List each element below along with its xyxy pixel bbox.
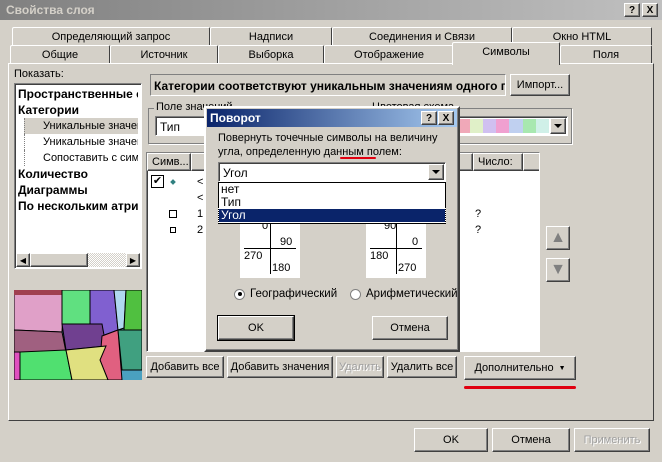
checkbox-checked-icon[interactable]: ✔	[151, 175, 164, 188]
rotation-field-options: нет Тип Угол	[218, 182, 446, 224]
radio-geographic[interactable]: Географический	[234, 288, 337, 300]
chevron-down-icon: ▼	[558, 364, 566, 372]
add-values-button[interactable]: Добавить значения	[227, 356, 333, 378]
scroll-left-button[interactable]: ◀	[16, 253, 30, 267]
row-value: 1	[197, 208, 204, 220]
chevron-down-icon	[432, 170, 440, 174]
tab-display[interactable]: Отображение	[324, 45, 454, 63]
tab-selection[interactable]: Выборка	[218, 45, 324, 63]
rotation-cancel-button[interactable]: Отмена	[372, 316, 448, 340]
arithmetic-diagram: 90 0 180 270	[366, 216, 426, 278]
window-title: Свойства слоя	[6, 3, 95, 17]
dropdown-option[interactable]: Тип	[219, 196, 445, 209]
column-header-count[interactable]: Число:	[473, 153, 523, 171]
tab-definition-query[interactable]: Определяющий запрос	[12, 27, 210, 45]
tree-scrollbar[interactable]: ◀ ▶	[16, 253, 140, 267]
tree-item[interactable]: Сопоставить с симв	[24, 150, 138, 166]
rotation-field-value: Угол	[223, 166, 248, 180]
remove-all-button[interactable]: Удалить все	[387, 356, 457, 378]
remove-button[interactable]: Удалить	[336, 356, 384, 378]
prompt-colon: :	[398, 146, 402, 158]
rotation-field-dropdown-button[interactable]	[428, 164, 444, 180]
rotation-prompt: Повернуть точечные символы на величину у…	[218, 131, 437, 159]
row-count: ?	[475, 208, 482, 220]
tree-item[interactable]: Диаграммы	[18, 182, 138, 198]
column-header-extra[interactable]	[523, 153, 539, 171]
show-label: Показать:	[14, 68, 64, 80]
tab-labels[interactable]: Надписи	[210, 27, 332, 45]
ok-button[interactable]: OK	[414, 428, 488, 452]
square-symbol-icon	[169, 210, 177, 218]
geographic-diagram: 0 90 270 180	[240, 216, 300, 278]
import-button[interactable]: Импорт...	[510, 74, 570, 96]
arith-left-label: 180	[370, 250, 389, 262]
tree-item[interactable]: Пространственные с	[18, 86, 138, 102]
help-button[interactable]: ?	[624, 3, 640, 17]
rotation-close-button[interactable]: X	[438, 111, 454, 125]
red-underline-annotation	[464, 386, 576, 389]
row-value: 2	[197, 224, 204, 236]
row-value: <	[197, 192, 204, 204]
radio-arithmetic-label: Арифметический	[366, 288, 458, 300]
map-preview	[14, 290, 142, 380]
cancel-button[interactable]: Отмена	[492, 428, 570, 452]
radio-arithmetic[interactable]: Арифметический	[350, 288, 458, 300]
scroll-right-button[interactable]: ▶	[126, 253, 140, 267]
row-value: <	[197, 176, 204, 188]
move-down-button[interactable]: ▼	[546, 258, 570, 282]
color-swatch	[522, 119, 536, 133]
geo-left-label: 270	[244, 250, 263, 262]
color-swatch	[469, 119, 483, 133]
rotation-help-button[interactable]: ?	[421, 111, 437, 125]
rotation-ok-button[interactable]: OK	[217, 315, 295, 341]
prompt-line-2: угла, определенную данным полем:	[218, 145, 437, 159]
arith-right-label: 0	[412, 236, 419, 248]
rotation-dialog-title: Поворот	[210, 111, 261, 125]
tree-item[interactable]: По нескольким атри	[18, 198, 138, 214]
tab-source[interactable]: Источник	[110, 45, 218, 63]
color-swatch	[509, 119, 523, 133]
tree-item[interactable]: Уникальные значени	[24, 118, 138, 134]
radio-geographic-label: Географический	[250, 288, 338, 300]
rotation-dialog-titlebar: Поворот ? X	[207, 109, 457, 127]
row-count: ?	[475, 224, 482, 236]
tab-fields[interactable]: Поля	[560, 45, 652, 63]
radio-unchecked-icon	[350, 288, 361, 300]
geo-right-label: 90	[280, 236, 293, 248]
dropdown-option[interactable]: нет	[219, 183, 445, 196]
point-symbol-icon	[170, 179, 176, 185]
close-button[interactable]: X	[642, 3, 658, 17]
red-underline-annotation	[340, 157, 376, 159]
chevron-down-icon	[554, 124, 562, 128]
column-header-symbol[interactable]: Симв...	[147, 153, 191, 171]
scroll-thumb[interactable]	[30, 253, 88, 267]
tree-item[interactable]: Уникальные значени	[24, 134, 138, 150]
advanced-label: Дополнительно	[474, 362, 554, 374]
square-symbol-icon	[170, 227, 176, 233]
rotation-dialog: Поворот ? X Повернуть точечные символы н…	[204, 106, 460, 352]
color-swatch	[535, 119, 549, 133]
tab-general[interactable]: Общие	[10, 45, 110, 63]
radio-checked-icon	[234, 288, 245, 300]
window-titlebar: Свойства слоя ? X	[0, 0, 662, 20]
tree-item[interactable]: Количество	[18, 166, 138, 182]
color-scheme-dropdown-button[interactable]	[550, 118, 566, 134]
tab-symbology[interactable]: Символы	[452, 42, 560, 65]
add-all-button[interactable]: Добавить все	[146, 356, 224, 378]
color-swatch	[496, 119, 510, 133]
renderer-description: Категории соответствуют уникальным значе…	[150, 74, 506, 96]
move-up-button[interactable]: ▲	[546, 226, 570, 250]
advanced-button[interactable]: Дополнительно ▼	[464, 356, 576, 380]
rotation-field-combo[interactable]: Угол	[218, 162, 446, 182]
dropdown-option[interactable]: Угол	[218, 208, 446, 223]
color-swatch	[482, 119, 496, 133]
apply-button[interactable]: Применить	[574, 428, 650, 452]
geo-bottom-label: 180	[272, 262, 291, 274]
tree-item[interactable]: Категории	[18, 102, 138, 118]
arith-bottom-label: 270	[398, 262, 417, 274]
prompt-line-1: Повернуть точечные символы на величину	[218, 132, 438, 144]
renderer-tree[interactable]: Пространственные с Категории Уникальные зн…	[14, 83, 142, 269]
